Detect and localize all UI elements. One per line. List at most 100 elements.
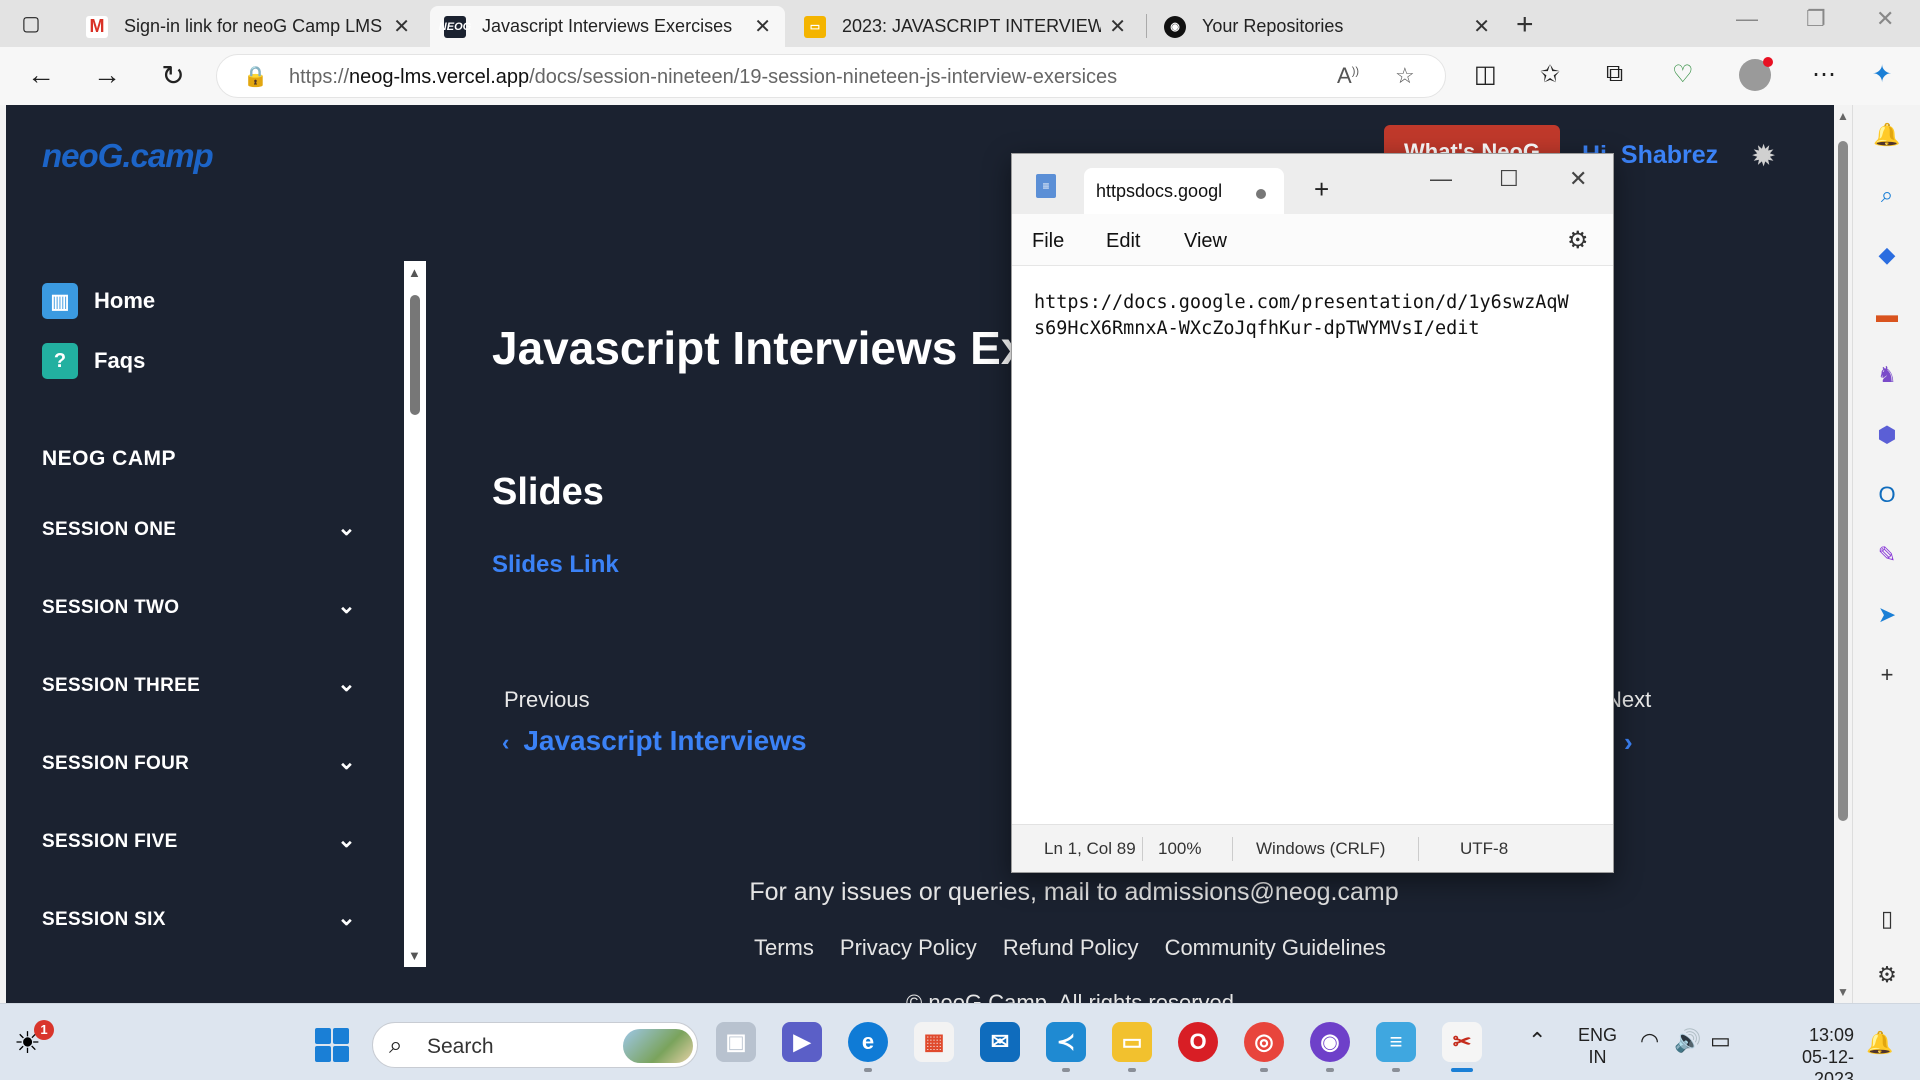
- show-hidden-icons-chevron-icon[interactable]: ⌃: [1528, 1028, 1546, 1054]
- file-explorer-icon[interactable]: ▭: [1112, 1022, 1152, 1062]
- settings-gear-icon[interactable]: ⚙: [1873, 961, 1901, 989]
- forward-arrow-icon[interactable]: →: [90, 59, 124, 91]
- footer-link-terms[interactable]: Terms: [754, 935, 814, 961]
- edge-browser-icon[interactable]: e: [848, 1022, 888, 1062]
- back-arrow-icon[interactable]: ←: [24, 59, 58, 91]
- menu-view[interactable]: View: [1184, 230, 1227, 253]
- chevron-right-icon[interactable]: ›: [1624, 727, 1633, 758]
- search-icon[interactable]: ⌕: [1873, 181, 1901, 209]
- outlook-icon[interactable]: O: [1873, 481, 1901, 509]
- mail-icon[interactable]: ✉: [980, 1022, 1020, 1062]
- notepad-maximize-icon[interactable]: ☐: [1499, 166, 1519, 192]
- restore-icon[interactable]: ❐: [1806, 6, 1826, 32]
- notification-bell-icon[interactable]: 🔔: [1873, 121, 1901, 149]
- chrome-browser-icon[interactable]: ◎: [1244, 1022, 1284, 1062]
- close-window-icon[interactable]: ✕: [1876, 6, 1894, 32]
- sidebar-session-five[interactable]: SESSION FIVE ⌄: [42, 827, 356, 853]
- sidebar-session-two[interactable]: SESSION TWO ⌄: [42, 593, 356, 619]
- site-logo[interactable]: neoG.camp: [42, 137, 214, 175]
- notepad-window[interactable]: ≡ httpsdocs.googl + — ☐ ✕ File Edit View…: [1011, 153, 1614, 873]
- split-screen-icon[interactable]: ◫: [1474, 60, 1497, 89]
- sidebar-session-three[interactable]: SESSION THREE ⌄: [42, 671, 356, 697]
- teams-chat-icon[interactable]: ▶: [782, 1022, 822, 1062]
- sidebar-item-faqs[interactable]: ? Faqs: [42, 343, 145, 379]
- tab-github[interactable]: ◉ Your Repositories ✕: [1150, 6, 1504, 47]
- sidebar-session-six[interactable]: SESSION SIX ⌄: [42, 905, 356, 931]
- tab-gmail[interactable]: M Sign-in link for neoG Camp LMS ✕: [72, 6, 424, 47]
- menu-edit[interactable]: Edit: [1106, 230, 1140, 253]
- new-tab-button[interactable]: +: [1516, 8, 1534, 42]
- address-bar[interactable]: 🔒 https://neog-lms.vercel.app/docs/sessi…: [216, 54, 1446, 98]
- sidebar-session-one[interactable]: SESSION ONE ⌄: [42, 515, 356, 541]
- start-button[interactable]: [315, 1028, 349, 1062]
- scroll-down-arrow-icon[interactable]: ▼: [408, 948, 421, 963]
- tab-google-slides[interactable]: ▭ 2023: JAVASCRIPT INTERVIEWS - ✕: [790, 6, 1140, 47]
- footer-link-community-guidelines[interactable]: Community Guidelines: [1165, 935, 1386, 961]
- collections-icon[interactable]: ⧉: [1606, 60, 1623, 88]
- battery-icon[interactable]: ▭: [1710, 1028, 1731, 1054]
- scrollbar-thumb[interactable]: [1838, 141, 1848, 821]
- notepad-taskbar-icon[interactable]: ≡: [1376, 1022, 1416, 1062]
- notepad-tab[interactable]: httpsdocs.googl: [1084, 168, 1284, 214]
- scroll-up-arrow-icon[interactable]: ▲: [408, 265, 421, 280]
- tab-javascript-interviews[interactable]: NEOG Javascript Interviews Exercises ✕: [430, 6, 785, 47]
- close-tab-icon[interactable]: ✕: [393, 14, 410, 39]
- copilot-icon[interactable]: ✦: [1872, 60, 1892, 89]
- favorite-star-icon[interactable]: ☆: [1395, 63, 1415, 89]
- sidebar-item-home[interactable]: ▥ Home: [42, 283, 155, 319]
- menu-file[interactable]: File: [1032, 230, 1064, 253]
- close-tab-icon[interactable]: ✕: [1109, 14, 1126, 39]
- theme-toggle-sun-icon[interactable]: ✹: [1751, 139, 1776, 174]
- sidebar-session-four[interactable]: SESSION FOUR ⌄: [42, 749, 356, 775]
- add-plus-icon[interactable]: +: [1873, 661, 1901, 689]
- scroll-up-arrow-icon[interactable]: ▲: [1837, 109, 1849, 123]
- read-aloud-icon[interactable]: A)): [1337, 63, 1359, 89]
- close-tab-icon[interactable]: ✕: [754, 14, 771, 39]
- task-view-icon[interactable]: ▣: [716, 1022, 756, 1062]
- notepad-new-tab-button[interactable]: +: [1314, 174, 1329, 205]
- notification-center-bell-icon[interactable]: 🔔: [1866, 1030, 1893, 1056]
- minimize-icon[interactable]: —: [1736, 6, 1758, 32]
- snipping-tool-icon[interactable]: ✂: [1442, 1022, 1482, 1062]
- volume-icon[interactable]: 🔊: [1674, 1028, 1701, 1054]
- scroll-down-arrow-icon[interactable]: ▼: [1837, 985, 1849, 999]
- close-tab-icon[interactable]: ✕: [1473, 14, 1490, 39]
- notepad-text-area[interactable]: https://docs.google.com/presentation/d/1…: [1034, 290, 1604, 342]
- tools-briefcase-icon[interactable]: ▬: [1873, 301, 1901, 329]
- status-separator: [1418, 837, 1419, 861]
- github-desktop-icon[interactable]: ◉: [1310, 1022, 1350, 1062]
- taskbar-search[interactable]: ⌕ Search: [372, 1022, 698, 1068]
- more-options-icon[interactable]: ⋯: [1812, 60, 1836, 89]
- input-language[interactable]: ENG IN: [1578, 1024, 1617, 1068]
- reload-icon[interactable]: ↻: [156, 59, 190, 92]
- sidebar-toggle-icon[interactable]: ▯: [1873, 905, 1901, 933]
- browser-essentials-icon[interactable]: ♡: [1672, 60, 1694, 89]
- microsoft-store-icon[interactable]: ▦: [914, 1022, 954, 1062]
- app-running-indicator: [1392, 1068, 1400, 1072]
- shopping-tag-icon[interactable]: ◆: [1873, 241, 1901, 269]
- wifi-icon[interactable]: ◠: [1640, 1028, 1659, 1054]
- favorites-icon[interactable]: ✩: [1540, 60, 1560, 89]
- opera-browser-icon[interactable]: O: [1178, 1022, 1218, 1062]
- sidebar-scrollbar[interactable]: ▲ ▼: [404, 261, 426, 967]
- notepad-minimize-icon[interactable]: —: [1430, 166, 1452, 192]
- scrollbar-thumb[interactable]: [410, 295, 420, 415]
- microsoft-365-icon[interactable]: ⬢: [1873, 421, 1901, 449]
- slides-link[interactable]: Slides Link: [492, 551, 619, 579]
- previous-page-link[interactable]: ‹ Javascript Interviews: [502, 725, 807, 757]
- footer-link-privacy-policy[interactable]: Privacy Policy: [840, 935, 977, 961]
- vscode-icon[interactable]: ≺: [1046, 1022, 1086, 1062]
- unsaved-dot-icon[interactable]: [1256, 189, 1266, 199]
- system-clock[interactable]: 13:09 05-12-2023: [1762, 1024, 1854, 1080]
- notepad-close-icon[interactable]: ✕: [1569, 166, 1587, 192]
- notepad-settings-gear-icon[interactable]: ⚙: [1567, 226, 1589, 255]
- notepad-titlebar[interactable]: ≡ httpsdocs.googl + — ☐ ✕: [1012, 154, 1613, 214]
- url-text[interactable]: https://neog-lms.vercel.app/docs/session…: [289, 66, 1117, 89]
- footer-link-refund-policy[interactable]: Refund Policy: [1003, 935, 1139, 961]
- drop-send-icon[interactable]: ➤: [1873, 601, 1901, 629]
- chevron-down-icon: ⌄: [337, 749, 356, 774]
- page-scrollbar[interactable]: ▲ ▼: [1834, 105, 1852, 1003]
- games-chess-icon[interactable]: ♞: [1873, 361, 1901, 389]
- tab-actions-icon[interactable]: ▢: [18, 11, 44, 37]
- designer-icon[interactable]: ✎: [1873, 541, 1901, 569]
